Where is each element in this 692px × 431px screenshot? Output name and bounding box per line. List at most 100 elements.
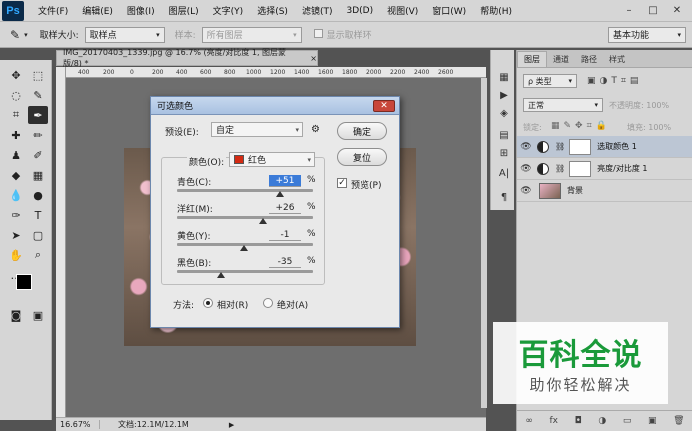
history-brush-tool-icon[interactable]: ✐ (28, 146, 48, 164)
layer-filter-select[interactable]: ρ 类型 ▾ (523, 74, 577, 88)
ok-button[interactable]: 确定 (337, 122, 387, 140)
hand-tool-icon[interactable]: ✋ (6, 246, 26, 264)
document-tab[interactable]: IMG_20170403_1339.jpg @ 16.7% (亮度/对比度 1,… (56, 48, 318, 68)
character-panel-icon[interactable]: A| (497, 166, 511, 180)
quick-select-tool-icon[interactable]: ✎ (28, 86, 48, 104)
stamp-tool-icon[interactable]: ♟ (6, 146, 26, 164)
add-mask-icon[interactable]: ◘ (575, 416, 582, 426)
reset-button[interactable]: 复位 (337, 148, 387, 166)
slider-thumb[interactable] (217, 272, 226, 278)
close-window-button[interactable]: ✕ (666, 2, 688, 18)
opacity-field[interactable]: 不透明度: 100% (609, 100, 669, 111)
shape-tool-icon[interactable]: ▢ (28, 226, 48, 244)
tab-paths[interactable]: 路径 (575, 52, 603, 67)
healing-tool-icon[interactable]: ✚ (6, 126, 26, 144)
slider-track[interactable] (177, 270, 313, 273)
relative-radio[interactable] (203, 298, 213, 308)
eyedropper-tool-icon[interactable]: ✒ (28, 106, 48, 124)
preset-select[interactable]: 自定 ▾ (211, 122, 303, 137)
close-doc-icon[interactable]: × (310, 54, 317, 63)
maximize-button[interactable]: □ (642, 2, 664, 18)
dodge-tool-icon[interactable]: ● (28, 186, 48, 204)
dialog-close-button[interactable]: ✕ (373, 100, 395, 112)
menu-image[interactable]: 图像(I) (127, 4, 155, 17)
sample-select[interactable]: 所有图层 ▾ (201, 26, 302, 43)
slider-track[interactable] (177, 216, 313, 219)
minimize-button[interactable]: – (618, 2, 640, 18)
fx-icon[interactable]: fx (549, 416, 558, 426)
menu-edit[interactable]: 编辑(E) (82, 4, 113, 17)
move-tool-icon[interactable]: ✥ (6, 66, 26, 84)
tab-channels[interactable]: 通道 (547, 52, 575, 67)
vertical-scrollbar[interactable] (481, 78, 487, 408)
new-adjustment-icon[interactable]: ◑ (598, 416, 606, 426)
link-icon[interactable]: ⛓ (555, 142, 565, 151)
tab-styles[interactable]: 样式 (603, 52, 631, 67)
slider-value-input[interactable]: +51 (269, 175, 301, 187)
layer-row[interactable]: 👁 ⛓ 选取颜色 1 (517, 136, 692, 158)
visibility-eye-icon[interactable]: 👁 (517, 186, 535, 196)
history-panel-icon[interactable]: ▤ (497, 128, 511, 142)
menu-view[interactable]: 视图(V) (387, 4, 418, 17)
slider-value-input[interactable]: -1 (269, 229, 301, 241)
type-tool-icon[interactable]: T (28, 206, 48, 224)
filter-icons[interactable]: ▣◑T⌗▤ (587, 76, 642, 86)
pen-tool-icon[interactable]: ✑ (6, 206, 26, 224)
slider-value-input[interactable]: +26 (269, 202, 301, 214)
tab-layers[interactable]: 图层 (517, 51, 547, 67)
screen-mode-icon[interactable]: ▣ (28, 306, 48, 324)
menu-select[interactable]: 选择(S) (257, 4, 288, 17)
slider-thumb[interactable] (258, 218, 267, 224)
preview-checkbox[interactable]: ✓ (337, 178, 347, 188)
marquee-tool-icon[interactable]: ⬚ (28, 66, 48, 84)
preset-options-gear-icon[interactable]: ⚙ (311, 124, 320, 135)
quick-mask-icon[interactable]: ◙ (6, 306, 26, 324)
layer-row[interactable]: 👁 背景 (517, 180, 692, 202)
menu-layer[interactable]: 图层(L) (169, 4, 199, 17)
crop-tool-icon[interactable]: ⌗ (6, 106, 26, 124)
lasso-tool-icon[interactable]: ◌ (6, 86, 26, 104)
paragraph-panel-icon[interactable]: ¶ (497, 190, 511, 204)
status-arrow-icon[interactable]: ▶ (229, 421, 234, 429)
path-select-tool-icon[interactable]: ➤ (6, 226, 26, 244)
chevron-down-icon[interactable]: ▾ (24, 31, 28, 39)
play-action-icon[interactable]: ▶ (497, 88, 511, 102)
visibility-eye-icon[interactable]: 👁 (517, 164, 535, 174)
lock-icons[interactable]: ▦✎✥⌗🔒 (551, 121, 611, 131)
show-ring-checkbox[interactable]: 显示取样环 (313, 28, 372, 41)
workspace-select[interactable]: 基本功能 ▾ (608, 26, 686, 43)
new-group-icon[interactable]: ▭ (623, 416, 632, 426)
layer-mask-thumbnail[interactable] (569, 160, 592, 177)
blur-tool-icon[interactable]: 💧 (6, 186, 26, 204)
dialog-title-bar[interactable]: 可选颜色 (151, 97, 399, 115)
link-icon[interactable]: ⛓ (555, 164, 565, 173)
slider-value-input[interactable]: -35 (269, 256, 301, 268)
slider-track[interactable] (177, 189, 313, 192)
adjust-panel-icon[interactable]: ◈ (497, 106, 511, 120)
colors-select[interactable]: 红色 ▾ (229, 152, 315, 167)
link-layers-icon[interactable]: ∞ (525, 416, 533, 426)
foreground-color-swatch[interactable] (16, 274, 32, 290)
blend-mode-select[interactable]: 正常 ▾ (523, 98, 603, 112)
layer-row[interactable]: 👁 ⛓ 亮度/对比度 1 (517, 158, 692, 180)
layer-mask-thumbnail[interactable] (569, 138, 592, 155)
eraser-tool-icon[interactable]: ◆ (6, 166, 26, 184)
menu-3d[interactable]: 3D(D) (346, 6, 373, 16)
zoom-tool-icon[interactable]: ⌕ (28, 246, 48, 264)
menu-filter[interactable]: 滤镜(T) (302, 4, 333, 17)
menu-window[interactable]: 窗口(W) (432, 4, 466, 17)
visibility-eye-icon[interactable]: 👁 (517, 142, 535, 152)
zoom-level[interactable]: 16.67% (60, 420, 100, 429)
brush-tool-icon[interactable]: ✏ (28, 126, 48, 144)
menu-file[interactable]: 文件(F) (38, 4, 68, 17)
gradient-tool-icon[interactable]: ▦ (28, 166, 48, 184)
new-layer-icon[interactable]: ▣ (648, 416, 657, 426)
menu-type[interactable]: 文字(Y) (213, 4, 244, 17)
eyedropper-icon[interactable]: ✎ (10, 28, 20, 42)
sample-size-select[interactable]: 取样点 ▾ (84, 26, 165, 43)
slider-thumb[interactable] (240, 245, 249, 251)
grid-panel-icon[interactable]: ⊞ (497, 146, 511, 160)
absolute-radio[interactable] (263, 298, 273, 308)
menu-help[interactable]: 帮助(H) (480, 4, 512, 17)
trash-icon[interactable]: 🗑 (673, 416, 684, 426)
